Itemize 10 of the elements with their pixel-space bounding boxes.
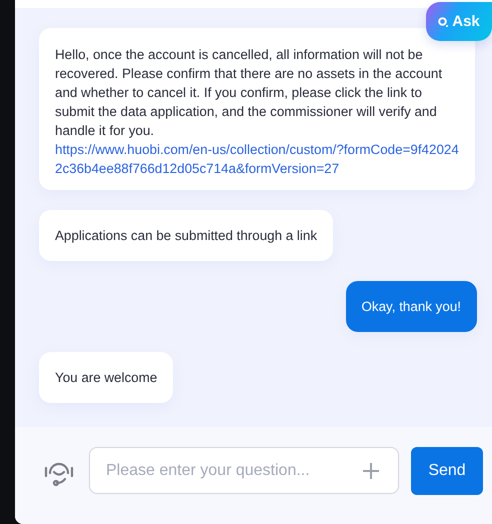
search-icon: [438, 16, 448, 26]
agent-message: You are welcome: [39, 352, 174, 403]
send-button[interactable]: Send: [411, 447, 483, 495]
user-message: Okay, thank you!: [346, 281, 477, 332]
agent-message: Applications can be submitted through a link: [39, 210, 334, 261]
plus-icon[interactable]: [361, 461, 381, 481]
agent-message: Hello, once the account is cancelled, all information will not be recovered. Please confirm that there are no assets in the account and whether to cancel it. If you confirm, please click the link to submit the data application, and the commissioner will verify and handle it for you. https://www.huobi.com/en-us/collection/custom/?formCode=9f420242c36b4ee88f766d12d05c714a&formVersion=27: [39, 28, 475, 190]
ask-button[interactable]: Ask: [426, 2, 492, 41]
question-input[interactable]: Please enter your question...: [89, 447, 399, 494]
form-link[interactable]: https://www.huobi.com/en-us/collection/custom/?formCode=9f420242c36b4ee88f766d12d05c714a&formVersion=27: [55, 140, 459, 178]
